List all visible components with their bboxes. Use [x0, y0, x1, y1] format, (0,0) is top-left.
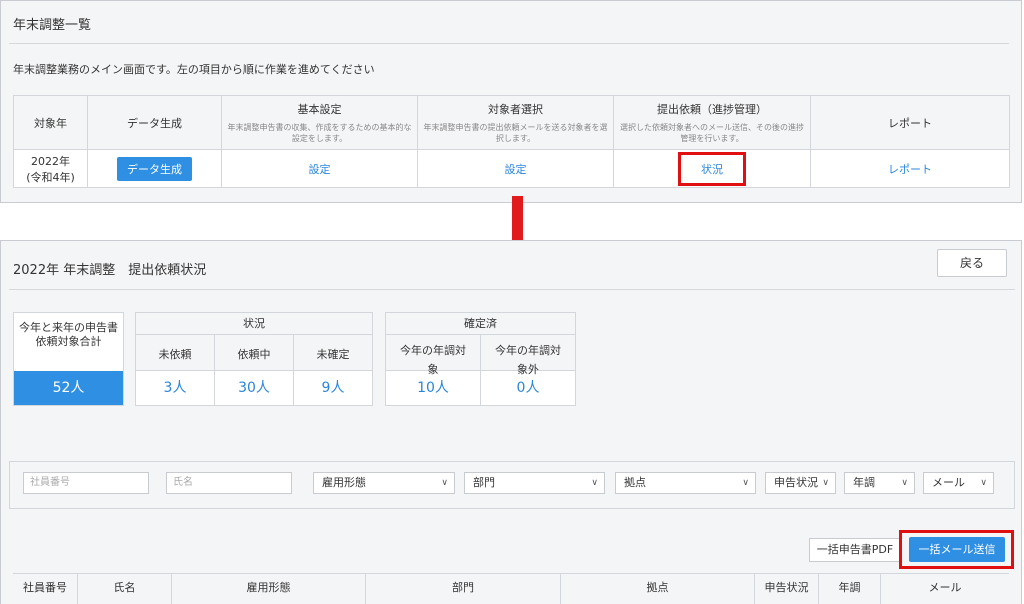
column-year-end[interactable]: 年調: [819, 574, 881, 604]
status-not-requested-value[interactable]: 3人: [136, 371, 215, 405]
declaration-status-select[interactable]: 申告状況 ∨: [765, 472, 836, 494]
year-end-select[interactable]: 年調 ∨: [844, 472, 915, 494]
year-era: (令和4年): [26, 170, 75, 184]
divider: [9, 289, 1015, 290]
report-link[interactable]: レポート: [888, 163, 932, 176]
employee-no-input[interactable]: 社員番号: [23, 472, 149, 494]
status-unconfirmed-label: 未確定: [316, 348, 350, 361]
submission-status-panel: 2022年 年末調整 提出依頼状況 戻る 今年と来年の申告書依頼対象合計 52人…: [0, 240, 1022, 604]
header-submission-request: 提出依頼（進捗管理） 選択した依頼対象者へのメール送信、その後の進捗管理を行います…: [613, 95, 811, 150]
confirmed-non-target-value[interactable]: 0人: [481, 371, 575, 405]
bulk-mail-button[interactable]: 一括メール送信: [909, 537, 1005, 562]
column-employee-no[interactable]: 社員番号: [13, 574, 78, 604]
table-header-row: 対象年 データ生成 基本設定 年末調整申告書の収集、作成をするための基本的な設定を…: [13, 95, 1010, 150]
year-cell: 2022年 (令和4年): [13, 149, 88, 188]
column-mail[interactable]: メール: [881, 574, 1009, 604]
chevron-down-icon: ∨: [822, 478, 829, 488]
page-description: 年末調整業務のメイン画面です。左の項目から順に作業を進めてください: [13, 63, 375, 76]
status-group-label: 状況: [136, 313, 372, 335]
chevron-down-icon: ∨: [742, 478, 749, 488]
status-not-requested-label: 未依頼: [158, 348, 192, 361]
column-department[interactable]: 部門: [366, 574, 561, 604]
header-basic-settings: 基本設定 年末調整申告書の収集、作成をするための基本的な設定をします。: [221, 95, 418, 150]
page-title: 年末調整一覧: [13, 18, 92, 33]
header-target-year: 対象年: [13, 95, 88, 150]
total-value: 52人: [14, 371, 123, 405]
employment-type-select[interactable]: 雇用形態 ∨: [313, 472, 455, 494]
header-data-generation: データ生成: [87, 95, 222, 150]
total-label: 今年と来年の申告書依頼対象合計: [19, 321, 118, 348]
total-summary-box: 今年と来年の申告書依頼対象合計 52人: [13, 312, 124, 406]
location-select[interactable]: 拠点 ∨: [615, 472, 756, 494]
header-report: レポート: [810, 95, 1010, 150]
target-selection-link[interactable]: 設定: [505, 163, 527, 176]
year-end-list-panel: 年末調整一覧 年末調整業務のメイン画面です。左の項目から順に作業を進めてください…: [0, 0, 1022, 203]
status-unconfirmed-value[interactable]: 9人: [294, 371, 372, 405]
status-link-highlight: 状況: [678, 151, 746, 186]
confirmed-target-value[interactable]: 10人: [386, 371, 481, 405]
name-input[interactable]: 氏名: [166, 472, 292, 494]
confirmed-group-label: 確定済: [386, 313, 575, 335]
basic-settings-link[interactable]: 設定: [309, 163, 331, 176]
column-location[interactable]: 拠点: [561, 574, 755, 604]
year-end-table: 対象年 データ生成 基本設定 年末調整申告書の収集、作成をするための基本的な設定を…: [13, 95, 1010, 188]
employee-table-header: 社員番号 氏名 雇用形態 部門 拠点 申告状況 年調 メール: [13, 573, 1009, 604]
chevron-down-icon: ∨: [591, 478, 598, 488]
chevron-down-icon: ∨: [901, 478, 908, 488]
confirmed-summary-box: 確定済 今年の年調対象 今年の年調対象外 10人 0人: [385, 312, 576, 406]
column-declaration-status[interactable]: 申告状況: [755, 574, 819, 604]
table-row: 2022年 (令和4年) データ生成 設定 設定 状況 レポート: [13, 149, 1010, 188]
column-employment-type[interactable]: 雇用形態: [172, 574, 366, 604]
status-requesting-label: 依頼中: [237, 348, 271, 361]
page-title: 2022年 年末調整 提出依頼状況: [13, 263, 207, 278]
column-name[interactable]: 氏名: [78, 574, 172, 604]
chevron-down-icon: ∨: [441, 478, 448, 488]
header-target-selection: 対象者選択 年末調整申告書の提出依頼メールを送る対象者を選択します。: [417, 95, 614, 150]
status-link[interactable]: 状況: [701, 163, 723, 176]
divider: [9, 43, 1009, 44]
status-requesting-value[interactable]: 30人: [215, 371, 294, 405]
department-select[interactable]: 部門 ∨: [464, 472, 605, 494]
data-generate-button[interactable]: データ生成: [117, 156, 192, 181]
status-summary-box: 状況 未依頼 依頼中 未確定 3人 30人 9人: [135, 312, 373, 406]
back-button[interactable]: 戻る: [937, 249, 1007, 277]
mail-select[interactable]: メール ∨: [923, 472, 994, 494]
bulk-pdf-button[interactable]: 一括申告書PDF: [809, 538, 901, 562]
year-value: 2022年: [31, 154, 70, 168]
chevron-down-icon: ∨: [980, 478, 987, 488]
